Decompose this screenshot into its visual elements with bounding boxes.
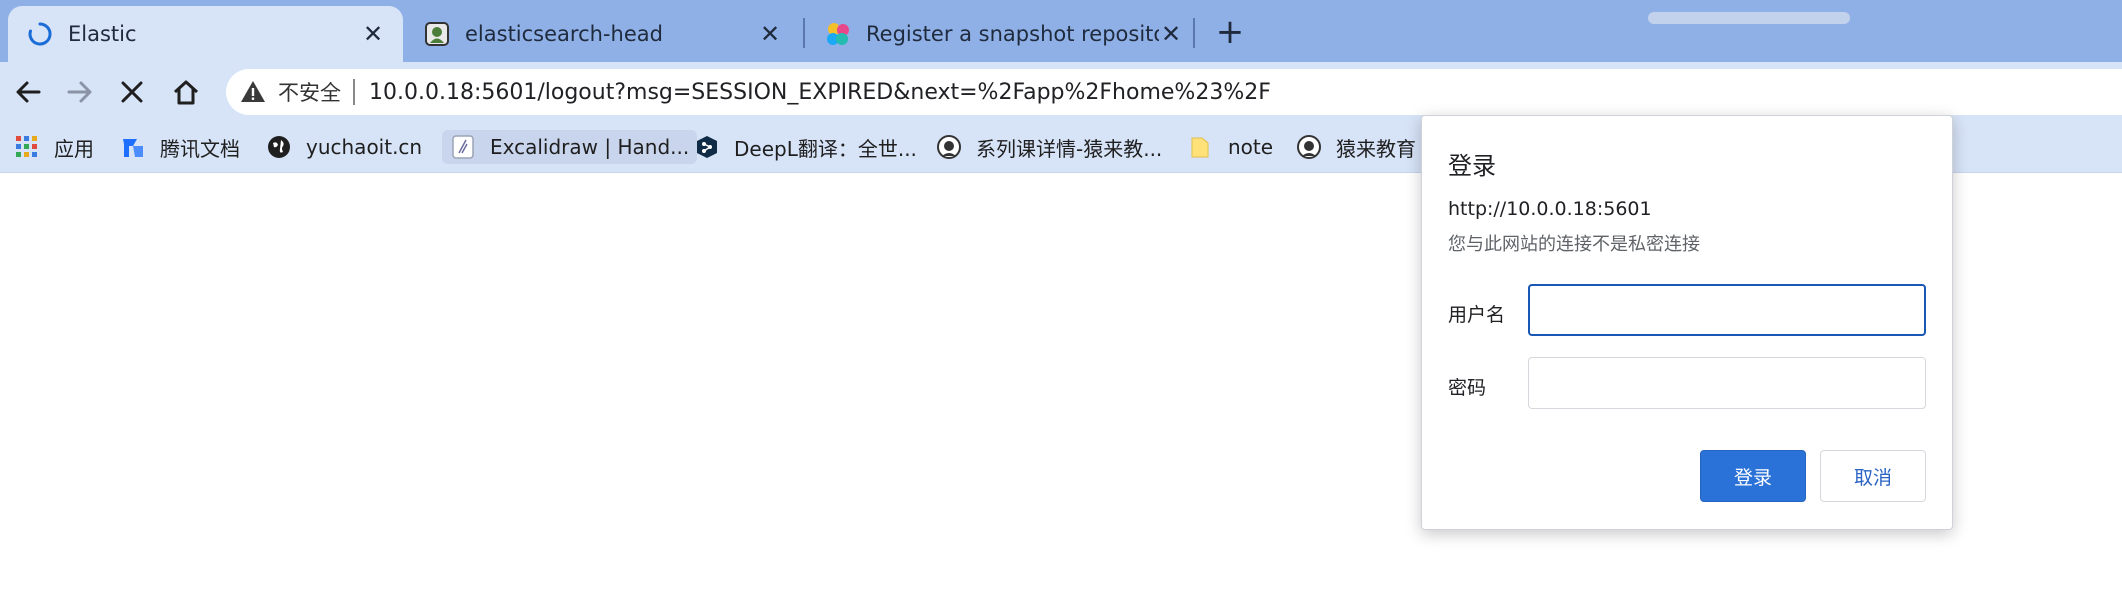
bookmark-tencent-docs[interactable]: 腾讯文档 [120,130,240,164]
connection-warning: 您与此网站的连接不是私密连接 [1448,234,1700,255]
forward-button[interactable] [60,72,100,112]
home-icon [173,80,199,105]
bookmark-label: 猿来教育 [1336,136,1416,161]
window-drag-area [1648,12,1850,24]
bookmark-excalidraw[interactable]: Excalidraw | Hand... [442,130,698,164]
bookmark-note[interactable]: note [1188,130,1273,164]
tencent-docs-icon [123,139,143,157]
bookmark-yuchaoit[interactable]: yuchaoit.cn [266,130,422,164]
tab-elasticsearch-head[interactable]: elasticsearch-head ✕ [405,6,800,62]
dialog-title: 登录 [1448,152,1496,180]
username-input[interactable] [1528,284,1926,336]
address-bar[interactable]: 不安全 10.0.0.18:5601/logout?msg=SESSION_EX… [226,69,2122,115]
back-arrow-icon [16,81,41,103]
bookmark-apps[interactable]: 应用 [14,130,94,164]
address-divider [353,79,355,105]
login-button[interactable]: 登录 [1700,450,1806,502]
password-label: 密码 [1448,377,1487,399]
password-input[interactable] [1528,357,1926,409]
elasticsearch-head-icon [425,22,449,46]
login-dialog: 登录 http://10.0.0.18:5601 您与此网站的连接不是私密连接 … [1421,115,1953,530]
bookmark-label: 腾讯文档 [160,136,240,161]
yuanlai-icon [1297,135,1321,159]
tab-title: Elastic [68,22,137,46]
back-button[interactable] [8,72,48,112]
close-tab-icon[interactable]: ✕ [758,20,782,48]
tab-title: elasticsearch-head [465,22,663,46]
url-text[interactable]: 10.0.0.18:5601/logout?msg=SESSION_EXPIRE… [369,80,1271,105]
tab-elastic[interactable]: Elastic ✕ [8,6,403,62]
warning-triangle-icon [241,81,265,102]
tab-separator [1193,18,1195,48]
yuanlai-icon [937,135,961,159]
close-icon [121,81,143,103]
browser-window: Elastic ✕ elasticsearch-head ✕ Register … [0,0,2122,600]
bookmark-label: DeepL翻译：全世... [734,136,917,161]
bookmark-yuanlai-course[interactable]: 系列课详情-猿来教... [936,130,1162,164]
globe-icon [268,136,290,158]
navigation-toolbar: 不安全 10.0.0.18:5601/logout?msg=SESSION_EX… [0,62,2122,122]
forward-arrow-icon [67,81,92,103]
bookmark-label: 系列课详情-猿来教... [976,136,1163,161]
new-tab-button[interactable]: + [1212,12,1248,52]
close-tab-icon[interactable]: ✕ [361,20,385,48]
bookmark-label: note [1228,135,1274,159]
bookmark-yuanlai-edu[interactable]: 猿来教育 [1296,130,1416,164]
bookmark-deepl[interactable]: DeepL翻译：全世... [694,130,917,164]
security-status-label[interactable]: 不安全 [278,77,341,107]
bookmark-label: 应用 [54,136,94,161]
username-label: 用户名 [1448,304,1506,326]
stop-loading-button[interactable] [112,72,152,112]
bookmark-label: Excalidraw | Hand... [490,135,690,159]
apps-grid-icon [16,136,37,157]
deepl-icon [697,136,717,158]
tab-strip: Elastic ✕ elasticsearch-head ✕ Register … [0,0,2122,62]
bookmark-label: yuchaoit.cn [306,135,423,159]
elastic-logo-icon [827,23,849,45]
folder-icon [1191,137,1209,158]
loading-spinner-icon [28,22,52,46]
tab-separator [803,18,805,48]
home-button[interactable] [166,72,206,112]
tab-register-snapshot[interactable]: Register a snapshot repository ✕ [806,6,1201,62]
tab-title: Register a snapshot repository [866,22,1159,46]
cancel-button[interactable]: 取消 [1820,450,1926,502]
excalidraw-icon [452,135,474,159]
dialog-host: http://10.0.0.18:5601 [1448,198,1652,220]
close-tab-icon[interactable]: ✕ [1159,20,1183,48]
